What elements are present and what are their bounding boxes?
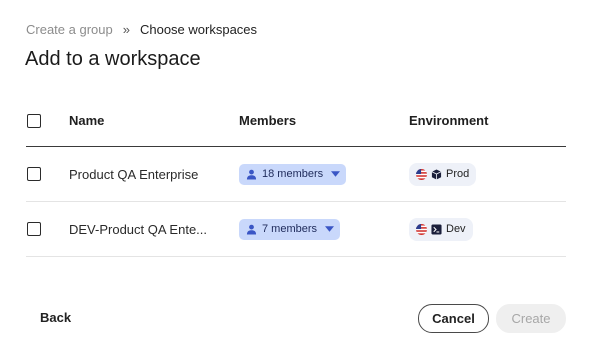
table-header-row: Name Members Environment xyxy=(26,95,566,147)
environment-label: Dev xyxy=(446,223,466,235)
cancel-button[interactable]: Cancel xyxy=(418,304,489,333)
environment-label: Prod xyxy=(446,168,470,180)
table-row[interactable]: DEV-Product QA Ente... 7 members Dev xyxy=(26,202,566,257)
breadcrumb: Create a group » Choose workspaces xyxy=(26,22,257,37)
column-header-environment[interactable]: Environment xyxy=(409,113,566,128)
row-checkbox[interactable] xyxy=(27,167,41,181)
person-icon xyxy=(246,169,257,180)
select-all-checkbox[interactable] xyxy=(27,113,41,128)
cube-icon xyxy=(431,168,442,180)
members-count: 7 members xyxy=(262,223,318,235)
breadcrumb-separator-icon: » xyxy=(122,22,130,37)
members-count: 18 members xyxy=(262,168,324,180)
workspace-table: Name Members Environment Product QA Ente… xyxy=(26,95,566,257)
page-title: Add to a workspace xyxy=(25,48,201,70)
environment-badge: Dev xyxy=(409,217,473,241)
chevron-down-icon xyxy=(331,171,341,177)
row-checkbox[interactable] xyxy=(27,222,41,236)
breadcrumb-previous[interactable]: Create a group xyxy=(26,22,113,37)
us-flag-icon xyxy=(416,223,427,235)
workspace-name: Product QA Enterprise xyxy=(69,166,199,182)
workspace-name: DEV-Product QA Ente... xyxy=(69,221,208,237)
back-button[interactable]: Back xyxy=(40,310,71,325)
members-dropdown[interactable]: 18 members xyxy=(239,163,347,185)
create-button[interactable]: Create xyxy=(496,304,566,333)
column-header-name[interactable]: Name xyxy=(69,113,239,128)
terminal-icon xyxy=(431,223,442,235)
chevron-down-icon xyxy=(325,226,335,232)
members-dropdown[interactable]: 7 members xyxy=(239,218,341,240)
us-flag-icon xyxy=(416,168,427,180)
environment-badge: Prod xyxy=(409,162,477,186)
person-icon xyxy=(246,224,257,235)
breadcrumb-current: Choose workspaces xyxy=(139,22,258,37)
column-header-members[interactable]: Members xyxy=(239,113,409,128)
table-row[interactable]: Product QA Enterprise 18 members Prod xyxy=(26,147,566,202)
